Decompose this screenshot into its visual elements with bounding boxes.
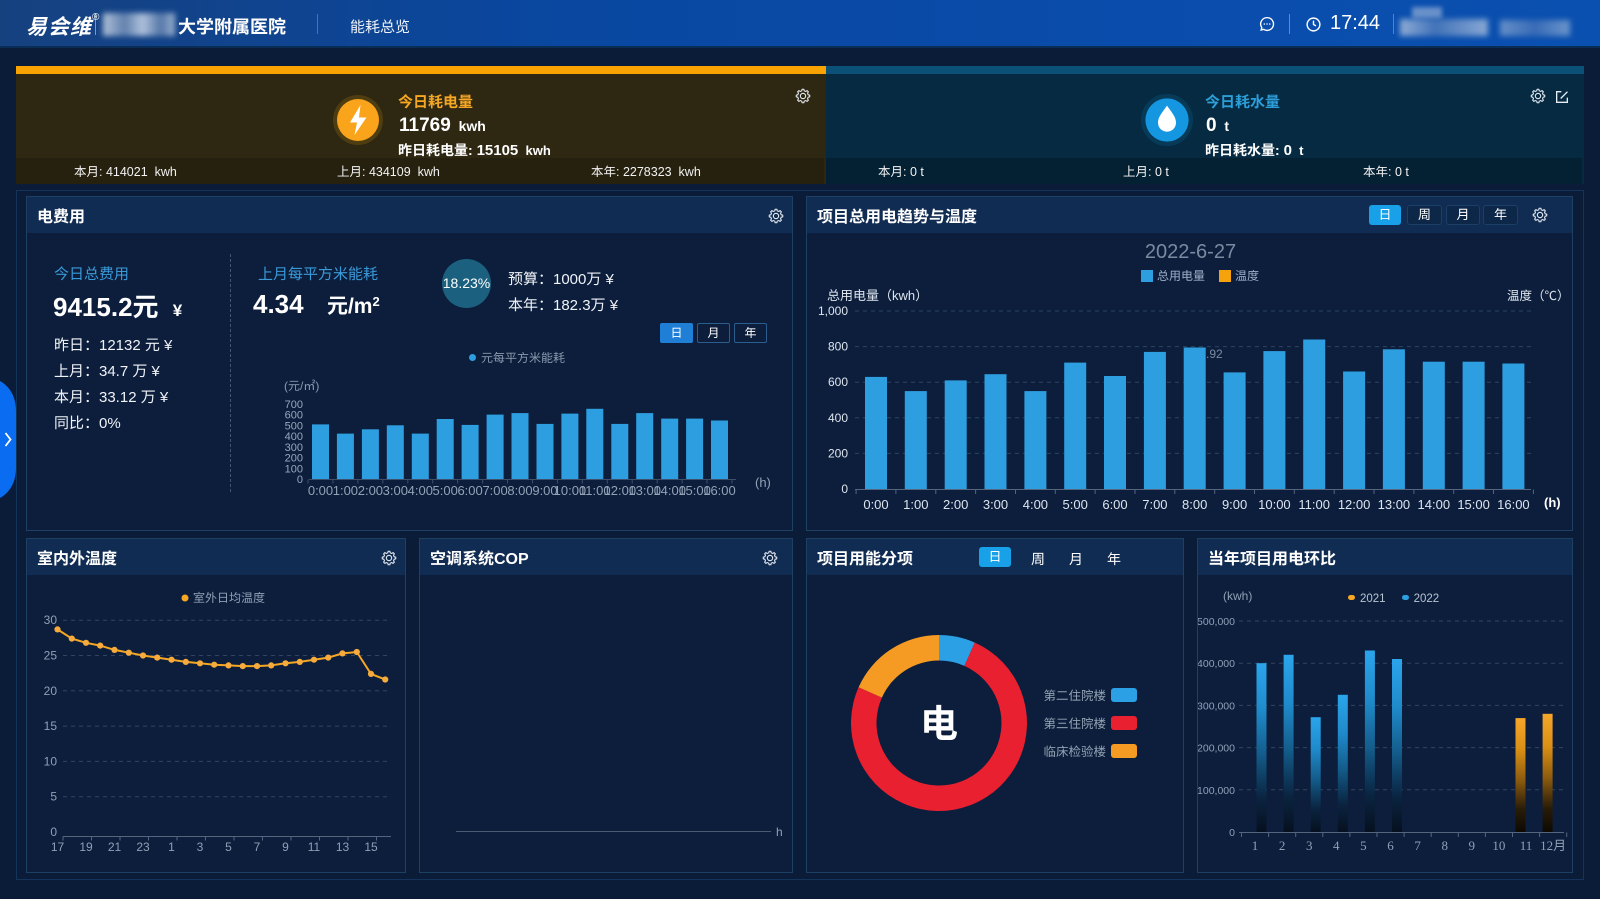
- svg-text:15: 15: [364, 840, 378, 854]
- svg-text:1: 1: [168, 840, 175, 854]
- svg-text:8: 8: [1441, 835, 1448, 854]
- svg-text:13:00: 13:00: [1378, 497, 1411, 512]
- svg-text:400: 400: [828, 411, 848, 425]
- svg-text:临床检验楼: 临床检验楼: [1043, 741, 1106, 760]
- svg-text:电: 电: [920, 693, 958, 748]
- svg-text:1: 1: [1252, 835, 1259, 854]
- svg-text:9: 9: [282, 840, 289, 854]
- svg-text:(h): (h): [755, 475, 771, 490]
- svg-text:第三住院楼: 第三住院楼: [1043, 713, 1106, 732]
- svg-text:5:00: 5:00: [1063, 497, 1088, 512]
- svg-text:7: 7: [1414, 835, 1421, 854]
- svg-text:400,000: 400,000: [1198, 658, 1235, 670]
- svg-text:5: 5: [225, 840, 232, 854]
- svg-text:0:00: 0:00: [863, 497, 888, 512]
- svg-text:800: 800: [828, 340, 848, 354]
- svg-text:7:00: 7:00: [482, 483, 507, 498]
- svg-text:300: 300: [285, 442, 303, 454]
- svg-text:30: 30: [44, 613, 58, 627]
- svg-text:5:00: 5:00: [433, 483, 458, 498]
- svg-text:3:00: 3:00: [983, 497, 1008, 512]
- svg-text:12月: 12月: [1540, 835, 1566, 854]
- svg-text:0: 0: [50, 825, 57, 839]
- svg-text:20: 20: [44, 684, 58, 698]
- svg-text:1:00: 1:00: [903, 497, 928, 512]
- svg-text:0: 0: [841, 482, 848, 496]
- svg-text:15:00: 15:00: [1457, 497, 1490, 512]
- svg-text:400: 400: [285, 431, 303, 443]
- svg-text:5: 5: [1360, 835, 1367, 854]
- svg-text:200,000: 200,000: [1198, 743, 1235, 755]
- svg-text:7:00: 7:00: [1142, 497, 1167, 512]
- svg-text:10: 10: [1492, 835, 1505, 854]
- svg-text:16:00: 16:00: [703, 483, 736, 498]
- svg-text:500,000: 500,000: [1198, 616, 1235, 628]
- svg-text:16:00: 16:00: [1497, 497, 1530, 512]
- svg-text:3: 3: [197, 840, 204, 854]
- svg-text:0: 0: [1229, 827, 1235, 839]
- svg-text:100,000: 100,000: [1198, 785, 1235, 797]
- svg-text:2:00: 2:00: [358, 483, 383, 498]
- svg-text:3: 3: [1306, 835, 1313, 854]
- svg-text:600: 600: [828, 375, 848, 389]
- svg-text:12:00: 12:00: [1338, 497, 1371, 512]
- svg-text:700: 700: [285, 399, 303, 411]
- svg-text:8:00: 8:00: [507, 483, 532, 498]
- svg-text:11: 11: [308, 840, 321, 854]
- svg-text:500: 500: [285, 420, 303, 432]
- svg-text:9:00: 9:00: [1222, 497, 1247, 512]
- svg-text:8:00: 8:00: [1182, 497, 1207, 512]
- svg-text:17: 17: [51, 840, 65, 854]
- svg-text:3:00: 3:00: [383, 483, 408, 498]
- svg-text:4: 4: [1333, 835, 1340, 854]
- svg-text:6:00: 6:00: [1102, 497, 1127, 512]
- svg-text:1:00: 1:00: [333, 483, 358, 498]
- svg-text:25: 25: [44, 649, 58, 663]
- svg-text:2: 2: [1279, 835, 1286, 854]
- svg-text:7: 7: [254, 840, 261, 854]
- svg-text:10: 10: [44, 754, 58, 768]
- svg-text:5: 5: [50, 790, 57, 804]
- svg-text:9: 9: [1469, 835, 1476, 854]
- svg-text:0:00: 0:00: [308, 483, 333, 498]
- svg-text:第二住院楼: 第二住院楼: [1043, 685, 1106, 704]
- svg-text:4:00: 4:00: [1023, 497, 1048, 512]
- svg-text:2:00: 2:00: [943, 497, 968, 512]
- svg-text:19: 19: [79, 840, 93, 854]
- svg-text:100: 100: [285, 463, 303, 475]
- svg-text:15: 15: [44, 719, 58, 733]
- svg-text:0: 0: [297, 474, 303, 486]
- svg-text:11: 11: [1520, 835, 1533, 854]
- svg-text:室外日均温度: 室外日均温度: [193, 591, 265, 605]
- svg-text:6: 6: [1387, 835, 1394, 854]
- svg-text:14:00: 14:00: [1418, 497, 1451, 512]
- svg-text:6:00: 6:00: [457, 483, 482, 498]
- svg-text:200: 200: [285, 453, 303, 465]
- svg-text:200: 200: [828, 446, 848, 460]
- svg-text:1,000: 1,000: [818, 304, 848, 318]
- svg-text:300,000: 300,000: [1198, 700, 1235, 712]
- svg-text:4:00: 4:00: [408, 483, 433, 498]
- svg-text:600: 600: [285, 410, 303, 422]
- svg-text:11:00: 11:00: [1298, 497, 1330, 512]
- svg-text:10:00: 10:00: [1258, 497, 1291, 512]
- svg-text:13: 13: [336, 840, 350, 854]
- svg-text:21: 21: [108, 840, 122, 854]
- svg-text:(h): (h): [1544, 495, 1561, 510]
- svg-text:23: 23: [136, 840, 150, 854]
